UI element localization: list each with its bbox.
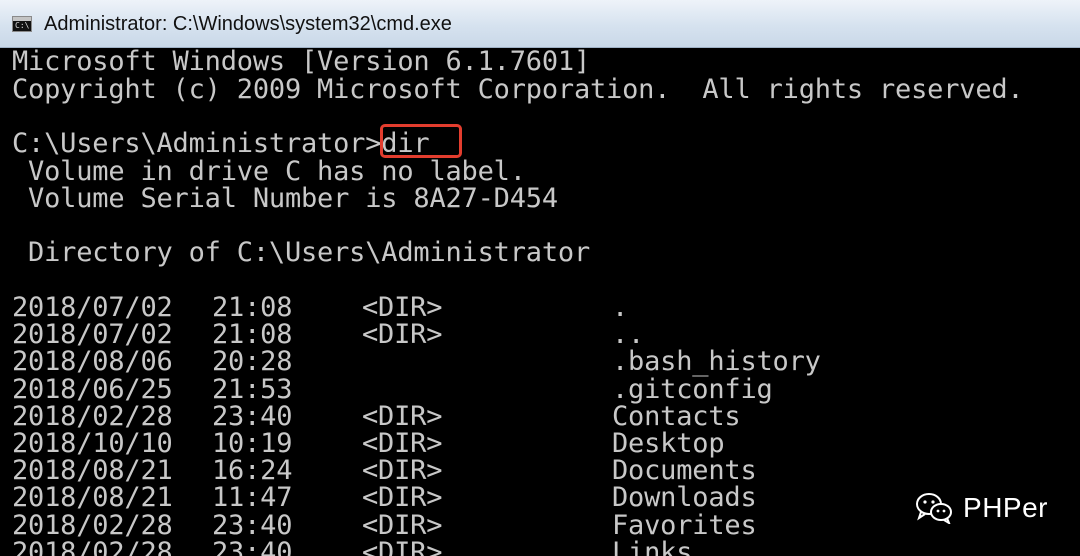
entry-date: 2018/06/25: [12, 373, 173, 405]
cmd-app-icon[interactable]: C:\: [12, 16, 32, 32]
entry-date: 2018/07/02: [12, 319, 173, 351]
entry-date: 2018/02/28: [12, 536, 173, 556]
volume-label-line: Volume in drive C has no label.: [12, 156, 526, 187]
entry-time: 11:47: [212, 482, 293, 514]
entry-time: 23:40: [212, 400, 293, 432]
volume-serial-line: Volume Serial Number is 8A27-D454: [12, 183, 558, 214]
console-output[interactable]: Microsoft Windows [Version 6.1.7601] Cop…: [0, 48, 1080, 556]
entry-type: <DIR>: [362, 482, 443, 514]
entry-name: Desktop: [612, 428, 725, 459]
entry-name: Contacts: [612, 400, 741, 432]
entry-name: .bash_history: [612, 346, 821, 378]
header-copyright-line: Copyright (c) 2009 Microsoft Corporation…: [12, 74, 1024, 105]
prompt-line: C:\Users\Administrator>dir: [12, 128, 430, 159]
entry-type: <DIR>: [362, 536, 443, 556]
entry-time: 23:40: [212, 536, 293, 556]
entry-date: 2018/02/28: [12, 400, 173, 432]
entry-name: Favorites: [612, 509, 757, 541]
entry-type: <DIR>: [362, 455, 443, 487]
entry-type: <DIR>: [362, 509, 443, 541]
entry-date: 2018/10/10: [12, 428, 173, 459]
entry-type: <DIR>: [362, 292, 443, 323]
cmd-icon-glyph: C:\: [15, 21, 30, 30]
header-version-line: Microsoft Windows [Version 6.1.7601]: [12, 48, 590, 77]
entry-time: 23:40: [212, 509, 293, 541]
entry-time: 21:08: [212, 292, 293, 323]
entry-type: <DIR>: [362, 319, 443, 351]
entry-type: <DIR>: [362, 400, 443, 432]
entry-name: Links: [612, 536, 693, 556]
watermark: PHPer: [915, 488, 1048, 528]
entry-time: 21:53: [212, 373, 293, 405]
entry-name: Downloads: [612, 482, 757, 514]
command-highlight-box: [380, 124, 462, 158]
entry-name: Documents: [612, 455, 757, 487]
watermark-text: PHPer: [963, 492, 1048, 523]
window-titlebar[interactable]: C:\ Administrator: C:\Windows\system32\c…: [0, 0, 1080, 48]
entry-time: 16:24: [212, 455, 293, 487]
entry-date: 2018/08/21: [12, 482, 173, 514]
entry-name: .: [612, 292, 629, 323]
entry-date: 2018/08/06: [12, 346, 173, 378]
entry-name: ..: [612, 319, 645, 351]
window-title: Administrator: C:\Windows\system32\cmd.e…: [44, 13, 452, 35]
entry-date: 2018/07/02: [12, 292, 173, 323]
entry-name: .gitconfig: [612, 373, 773, 405]
wechat-icon: [916, 493, 953, 524]
entry-date: 2018/02/28: [12, 509, 173, 541]
prompt-path: C:\Users\Administrator>: [12, 128, 382, 159]
entry-type: <DIR>: [362, 428, 443, 459]
entry-time: 21:08: [212, 319, 293, 351]
entry-time: 20:28: [212, 346, 293, 378]
entry-date: 2018/08/21: [12, 455, 173, 487]
entry-time: 10:19: [212, 428, 293, 459]
directory-of-line: Directory of C:\Users\Administrator: [12, 237, 590, 268]
